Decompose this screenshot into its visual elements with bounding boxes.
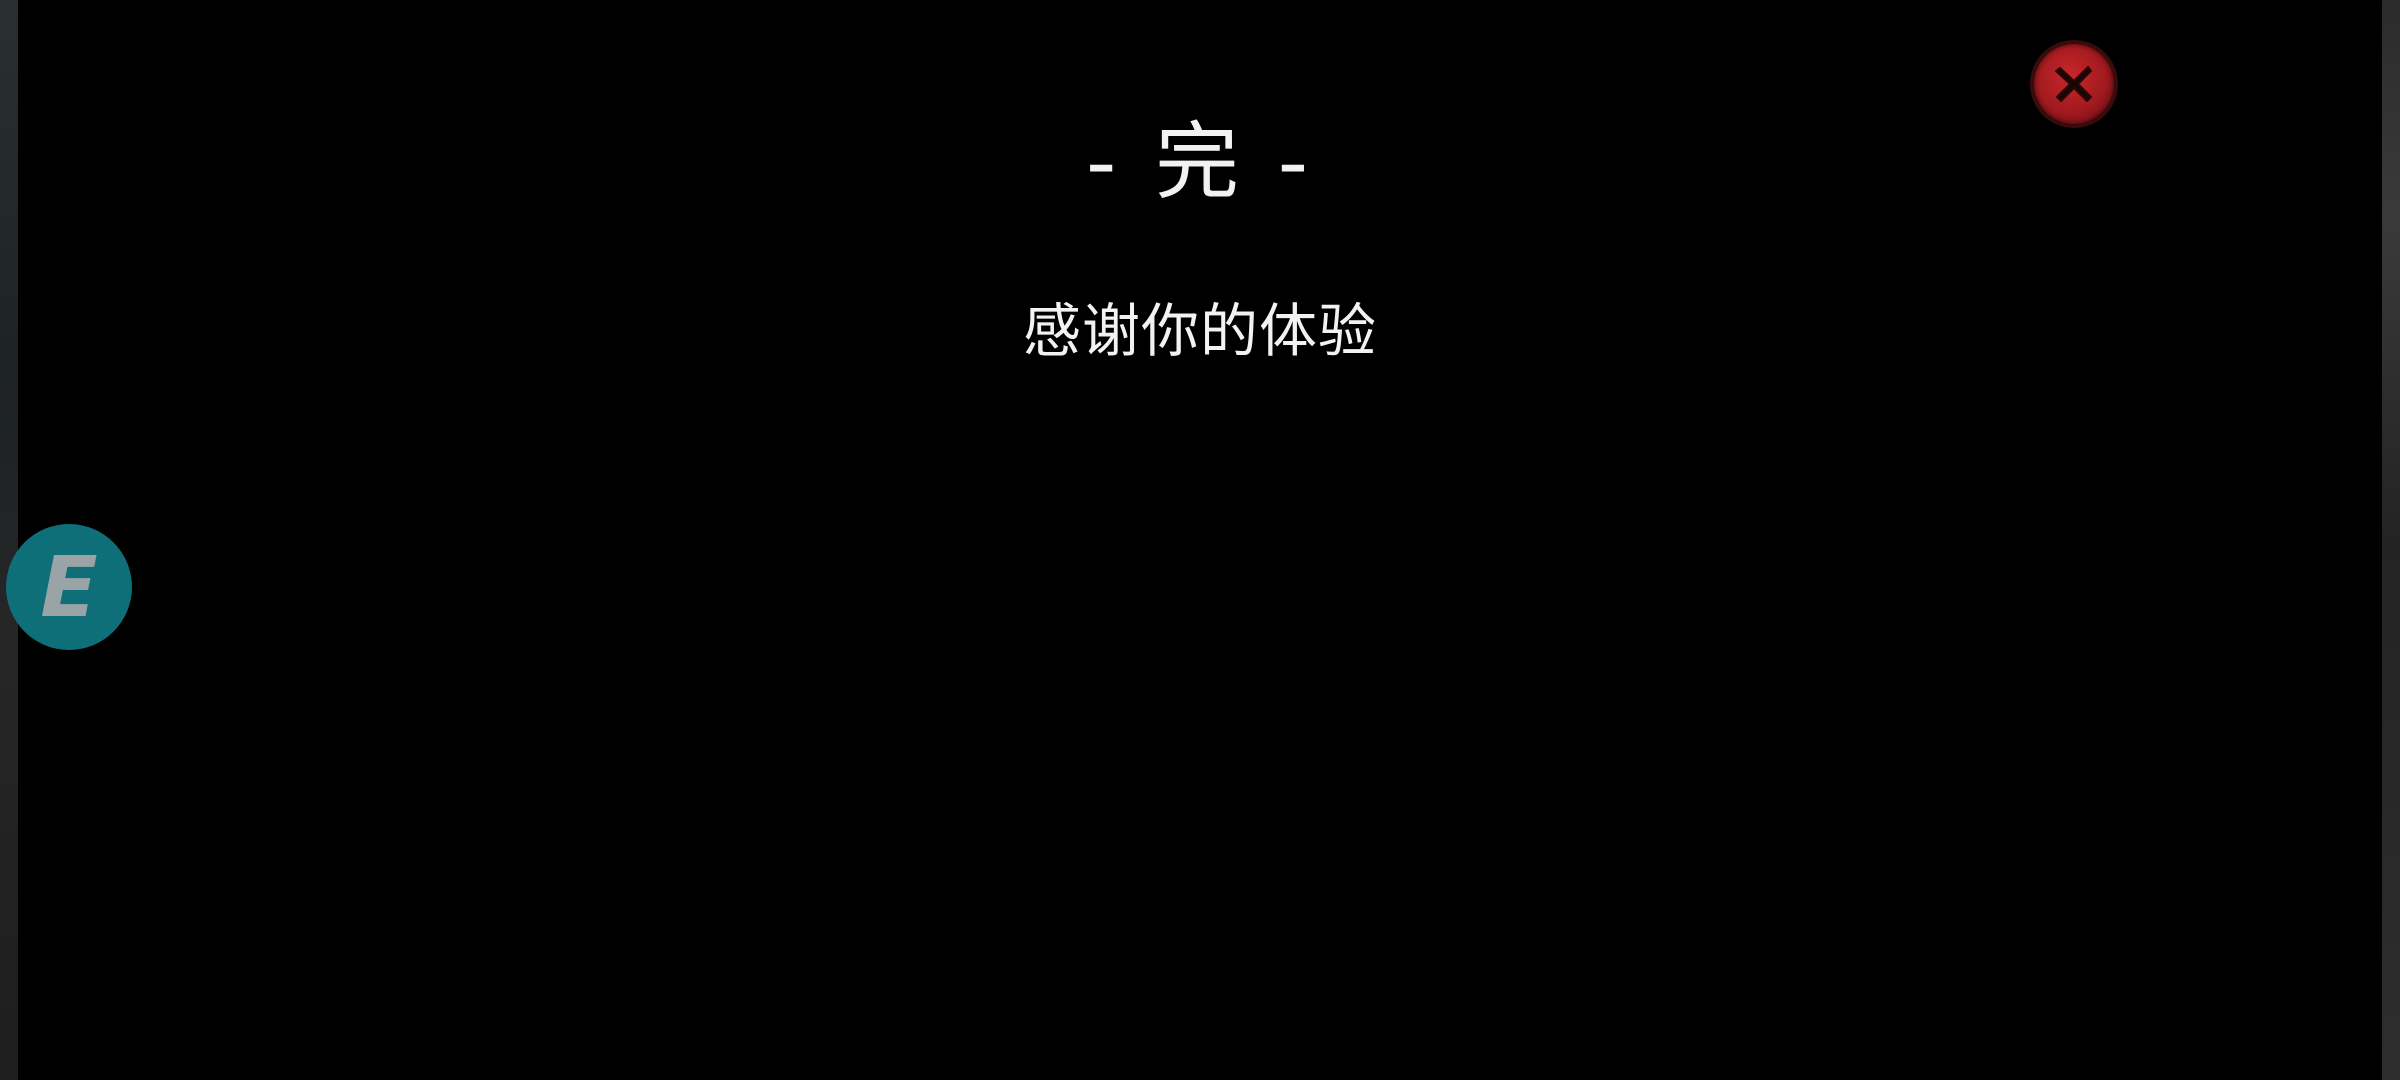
game-screen: - 完 - 感谢你的体验 E: [0, 0, 2400, 1080]
interact-e-button[interactable]: E: [6, 524, 132, 650]
thanks-message: 感谢你的体验: [1022, 297, 1377, 365]
close-button[interactable]: [2034, 44, 2114, 124]
interact-key-label: E: [40, 538, 98, 636]
ending-title: - 完 -: [1085, 113, 1315, 211]
close-x-icon: [2055, 66, 2092, 102]
